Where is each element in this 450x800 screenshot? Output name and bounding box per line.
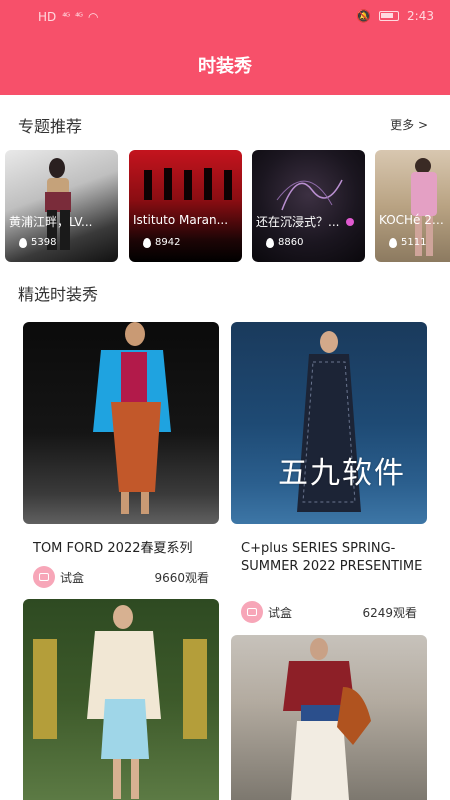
topic-card-4[interactable]: KOCHé 2022 5111 (375, 150, 450, 262)
signal-icon-2: ⁴ᴳ (75, 11, 83, 23)
watermark: 五九软件 (278, 456, 406, 491)
mute-icon: 🔕 (356, 9, 372, 23)
topic-card-3[interactable]: 还在沉浸式？... 8860 (252, 150, 365, 262)
box-icon (247, 608, 257, 616)
topic-count: 8860 (266, 237, 303, 248)
box-icon (39, 573, 49, 581)
avatar (33, 566, 55, 588)
show-image-4 (283, 638, 371, 800)
topics-section-title: 专题推荐 (18, 117, 83, 136)
topic-card-2[interactable]: Istituto Maran... 8942 (129, 150, 242, 262)
wifi-icon: ◠ (88, 10, 99, 24)
author-name: 试盒 (268, 606, 293, 620)
more-link[interactable]: 更多 > (390, 116, 428, 133)
view-count: 6249观看 (362, 606, 417, 620)
show-image-1 (93, 322, 171, 514)
app-header: HD ⁴ᴳ ⁴ᴳ ◠ 🔕 2:43 时装秀 (0, 0, 450, 95)
fire-icon (266, 237, 274, 248)
show-image-3 (33, 605, 207, 799)
show-image-2 (297, 331, 361, 512)
show-card-2[interactable] (231, 322, 427, 524)
hd-icon: HD (38, 10, 57, 24)
shows-section-title: 精选时装秀 (18, 285, 99, 304)
show-card-4[interactable] (231, 635, 427, 800)
author-name: 试盒 (60, 571, 85, 585)
main-content: 专题推荐 更多 > 黄浦江畔，LV... 5398 Istituto Maran… (0, 95, 450, 800)
topic-label: 黄浦江畔，LV... (9, 215, 93, 229)
show-title: TOM FORD 2022春夏系列 (33, 541, 193, 556)
topic-label: KOCHé 2022 (379, 213, 449, 227)
status-bar: HD ⁴ᴳ ⁴ᴳ ◠ 🔕 2:43 (0, 0, 450, 34)
show-card-3[interactable] (23, 599, 219, 800)
avatar (241, 601, 263, 623)
signal-icon: ⁴ᴳ (62, 11, 70, 23)
fire-icon (389, 237, 397, 248)
battery-icon (379, 11, 400, 21)
show-card-1[interactable] (23, 322, 219, 524)
status-left: HD ⁴ᴳ ⁴ᴳ ◠ (38, 10, 99, 24)
topic-count: 8942 (143, 237, 180, 248)
show-title: C+plus SERIES SPRING-SUMMER 2022 PRESENT… (241, 541, 423, 574)
page-title: 时装秀 (198, 56, 252, 77)
fire-icon (19, 237, 27, 248)
topic-label: 还在沉浸式？... (256, 215, 340, 229)
status-time: 2:43 (407, 9, 434, 23)
topic-count: 5111 (389, 237, 426, 248)
topic-card-1[interactable]: 黄浦江畔，LV... 5398 (5, 150, 118, 262)
topic-label: Istituto Maran... (133, 213, 229, 227)
view-count: 9660观看 (154, 571, 209, 585)
topic-count: 5398 (19, 237, 56, 248)
status-right: 🔕 2:43 (356, 9, 434, 23)
fire-icon (143, 237, 151, 248)
